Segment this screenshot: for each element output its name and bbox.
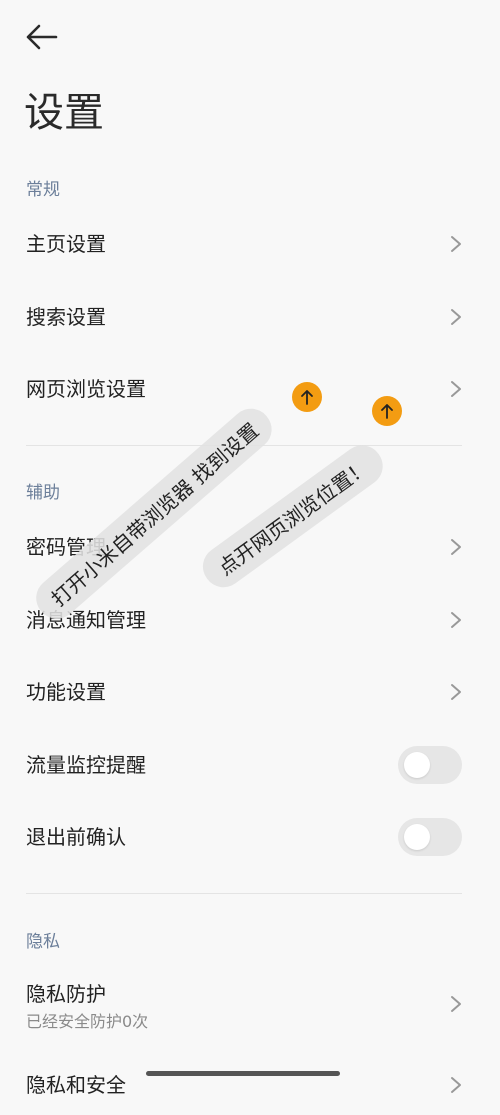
settings-item-data-monitor: 流量监控提醒 xyxy=(0,735,500,795)
section-divider xyxy=(26,893,462,894)
chevron-right-icon xyxy=(451,309,461,325)
exit-confirm-toggle[interactable] xyxy=(398,818,462,856)
chevron-right-icon xyxy=(451,1077,461,1093)
settings-item-label: 主页设置 xyxy=(26,232,106,256)
data-monitor-toggle[interactable] xyxy=(398,746,462,784)
settings-item-exit-confirm: 退出前确认 xyxy=(0,807,500,867)
settings-item-privacy-security[interactable]: 隐私和安全 xyxy=(0,1055,500,1115)
up-arrow-icon xyxy=(292,382,322,412)
settings-item-label: 退出前确认 xyxy=(26,825,126,849)
chevron-right-icon xyxy=(451,684,461,700)
chevron-right-icon xyxy=(451,996,461,1012)
settings-item-privacy-protection[interactable]: 隐私防护 已经安全防护0次 xyxy=(0,974,500,1034)
up-arrow-icon xyxy=(372,396,402,426)
chevron-right-icon xyxy=(451,236,461,252)
page-title: 设置 xyxy=(24,90,104,136)
settings-item-features[interactable]: 功能设置 xyxy=(0,662,500,722)
back-arrow-icon[interactable] xyxy=(24,22,60,52)
settings-item-label: 流量监控提醒 xyxy=(26,753,146,777)
toggle-knob xyxy=(404,824,430,850)
chevron-right-icon xyxy=(451,612,461,628)
settings-item-label: 搜索设置 xyxy=(26,305,106,329)
chevron-right-icon xyxy=(451,381,461,397)
section-header-assist: 辅助 xyxy=(26,483,60,503)
settings-item-search[interactable]: 搜索设置 xyxy=(0,287,500,347)
home-indicator xyxy=(146,1071,340,1076)
chevron-right-icon xyxy=(451,539,461,555)
settings-item-homepage[interactable]: 主页设置 xyxy=(0,214,500,274)
settings-item-label: 隐私和安全 xyxy=(26,1073,126,1097)
settings-item-label: 网页浏览设置 xyxy=(26,377,146,401)
section-header-privacy: 隐私 xyxy=(26,932,60,952)
settings-item-label: 功能设置 xyxy=(26,680,106,704)
toggle-knob xyxy=(404,752,430,778)
settings-item-label: 隐私防护 xyxy=(26,982,106,1006)
settings-item-sublabel: 已经安全防护0次 xyxy=(26,1012,149,1031)
section-header-general: 常规 xyxy=(26,180,60,200)
